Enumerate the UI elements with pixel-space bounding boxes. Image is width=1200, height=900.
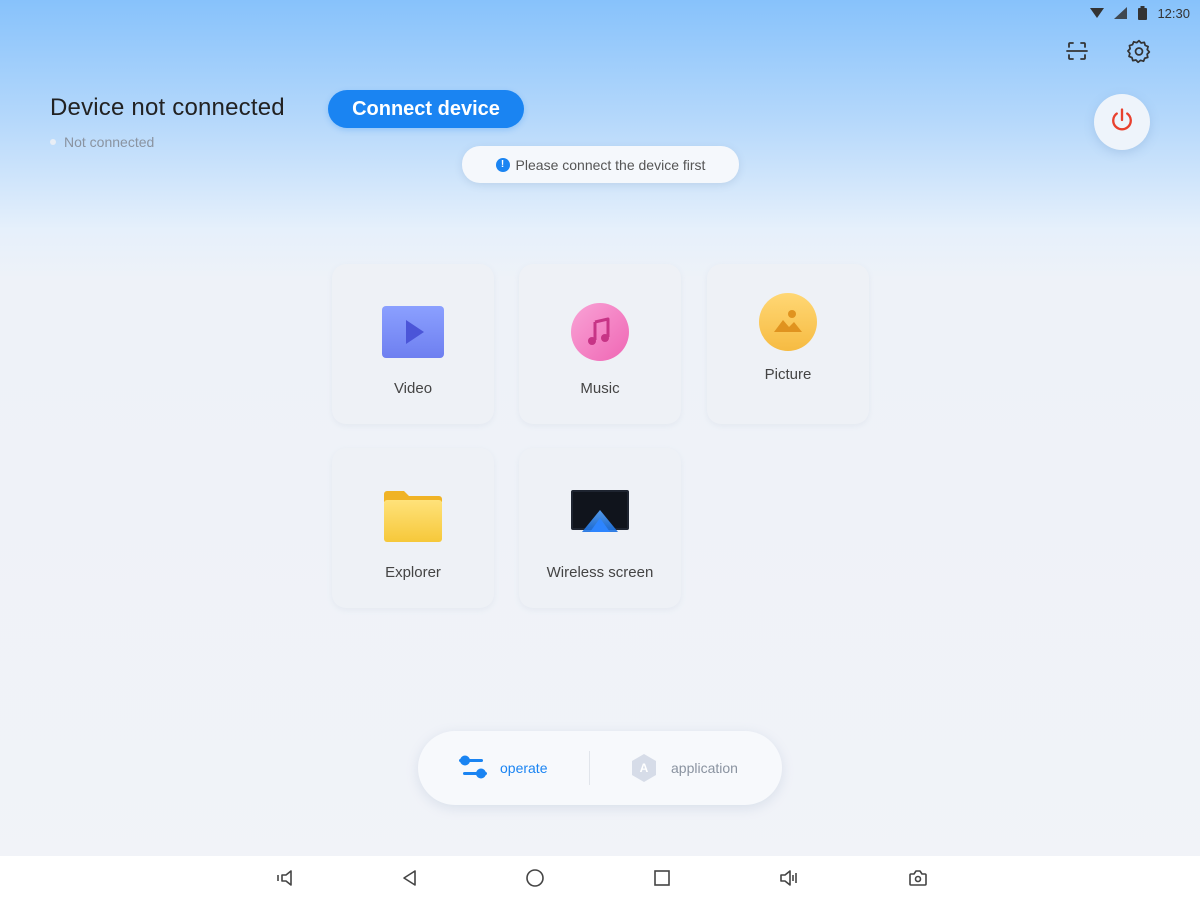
tile-video[interactable]: Video <box>332 264 494 424</box>
back-icon[interactable] <box>398 866 422 890</box>
tile-music[interactable]: Music <box>519 264 681 424</box>
connection-status: Not connected <box>50 134 154 150</box>
wireless-screen-icon <box>570 486 630 546</box>
tab-operate-label: operate <box>500 760 548 776</box>
application-icon: A <box>629 753 659 783</box>
home-icon[interactable] <box>523 866 547 890</box>
page-title: Device not connected <box>50 94 285 121</box>
scan-icon[interactable] <box>1062 36 1092 66</box>
power-icon <box>1108 106 1136 139</box>
tile-label: Wireless screen <box>546 564 654 581</box>
application-icon-letter: A <box>639 761 649 775</box>
wifi-icon <box>1090 7 1105 19</box>
tile-wireless-screen[interactable]: Wireless screen <box>519 448 681 608</box>
tile-label: Picture <box>764 366 812 383</box>
info-icon: ! <box>495 157 510 172</box>
tile-label: Video <box>393 380 433 397</box>
toast-text: Please connect the device first <box>515 156 706 173</box>
volume-down-icon[interactable] <box>272 866 296 890</box>
settings-gear-icon[interactable] <box>1124 36 1154 66</box>
screenshot-icon[interactable] <box>906 866 930 890</box>
tile-explorer[interactable]: Explorer <box>332 448 494 608</box>
cellular-signal-icon <box>1114 7 1128 19</box>
connection-status-label: Not connected <box>64 134 155 150</box>
tile-picture[interactable]: Picture <box>707 264 869 424</box>
tab-application-label: application <box>671 760 738 776</box>
sliders-icon <box>458 753 488 784</box>
tile-label: Explorer <box>385 564 441 581</box>
status-bar: 12:30 <box>1000 0 1200 26</box>
picture-icon <box>758 292 818 352</box>
volume-up-icon[interactable] <box>778 866 802 890</box>
power-button[interactable] <box>1094 94 1150 150</box>
tab-application[interactable]: A application <box>629 731 738 805</box>
video-icon <box>382 302 444 362</box>
status-time: 12:30 <box>1157 5 1190 21</box>
recents-icon[interactable] <box>650 866 674 890</box>
connect-device-button[interactable]: Connect device <box>328 90 524 128</box>
tab-operate[interactable]: operate <box>458 731 547 805</box>
tab-divider <box>589 751 590 785</box>
bottom-tab-bar: operate A application <box>418 731 782 805</box>
folder-icon <box>384 486 442 546</box>
music-icon <box>570 302 630 362</box>
tile-label: Music <box>580 380 620 397</box>
status-dot <box>50 139 56 145</box>
toast-message: ! Please connect the device first <box>462 146 739 183</box>
system-nav-bar <box>0 856 1200 900</box>
battery-icon <box>1138 6 1148 20</box>
